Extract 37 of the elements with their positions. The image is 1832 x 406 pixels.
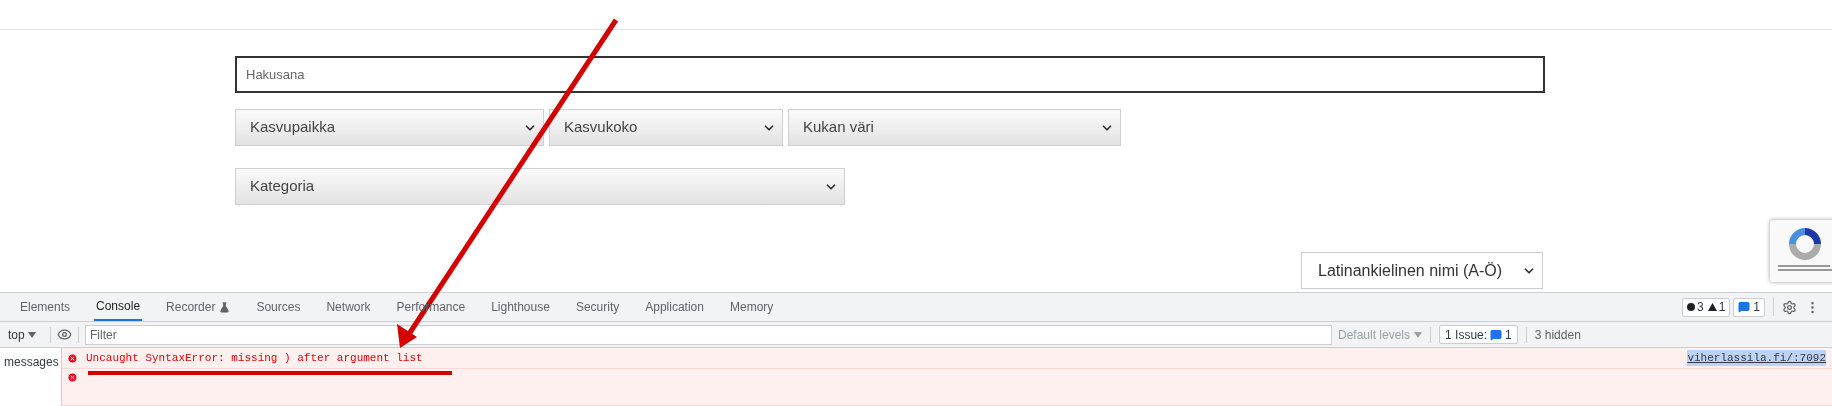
- error-icon: [67, 352, 78, 364]
- dropdown-triangle-icon: [27, 331, 36, 338]
- fine-print-drawing: [1775, 265, 1832, 272]
- recaptcha-icon: [1786, 225, 1824, 263]
- devtools-tab[interactable]: Application: [643, 293, 706, 321]
- settings-icon[interactable]: [1782, 299, 1797, 315]
- issues-button[interactable]: 1 Issue: 1: [1439, 325, 1518, 344]
- search-input[interactable]: Hakusana: [246, 64, 1543, 85]
- warning-count: 1: [1707, 298, 1726, 316]
- sidebar-item[interactable]: messages: [4, 353, 59, 406]
- dropdown[interactable]: Kategoria: [235, 168, 845, 205]
- error-icon: [67, 372, 78, 383]
- devtools-tab[interactable]: Network: [324, 293, 373, 321]
- recaptcha-badge[interactable]: [1770, 220, 1832, 282]
- dropdown[interactable]: Kasvupaikka: [235, 109, 544, 146]
- dropdown[interactable]: Kukan väri: [788, 109, 1121, 146]
- source-link[interactable]: viherlassila.fi/:7092: [1687, 349, 1826, 367]
- devtools-tab[interactable]: Sources: [254, 293, 303, 321]
- issue-counters[interactable]: 3 1: [1681, 297, 1731, 317]
- devtools-tab[interactable]: Memory: [727, 293, 776, 321]
- dropdown-triangle-icon: [1414, 331, 1423, 338]
- message-icon: [1738, 301, 1751, 313]
- eye-icon[interactable]: [57, 327, 72, 342]
- flask-icon: [219, 301, 231, 313]
- sort-dropdown[interactable]: Latinankielinen nimi (A-Ö): [1301, 252, 1543, 289]
- dropdown[interactable]: Kasvukoko: [549, 109, 783, 146]
- message-icon: [1490, 328, 1503, 341]
- devtools-tab[interactable]: Security: [573, 293, 622, 321]
- devtools-tab[interactable]: Elements: [18, 293, 73, 321]
- search-field[interactable]: Hakusana: [235, 56, 1545, 93]
- devtools-tab[interactable]: Lighthouse: [489, 293, 552, 321]
- context-selector[interactable]: top: [0, 325, 44, 344]
- message-counter[interactable]: 1: [1733, 297, 1765, 317]
- devtools-tab[interactable]: Recorder: [164, 293, 233, 321]
- error-count: 3: [1686, 298, 1704, 316]
- hidden-count: 3 hidden: [1534, 326, 1581, 344]
- message-text: Uncaught SyntaxError: missing ) after argument list: [86, 350, 424, 366]
